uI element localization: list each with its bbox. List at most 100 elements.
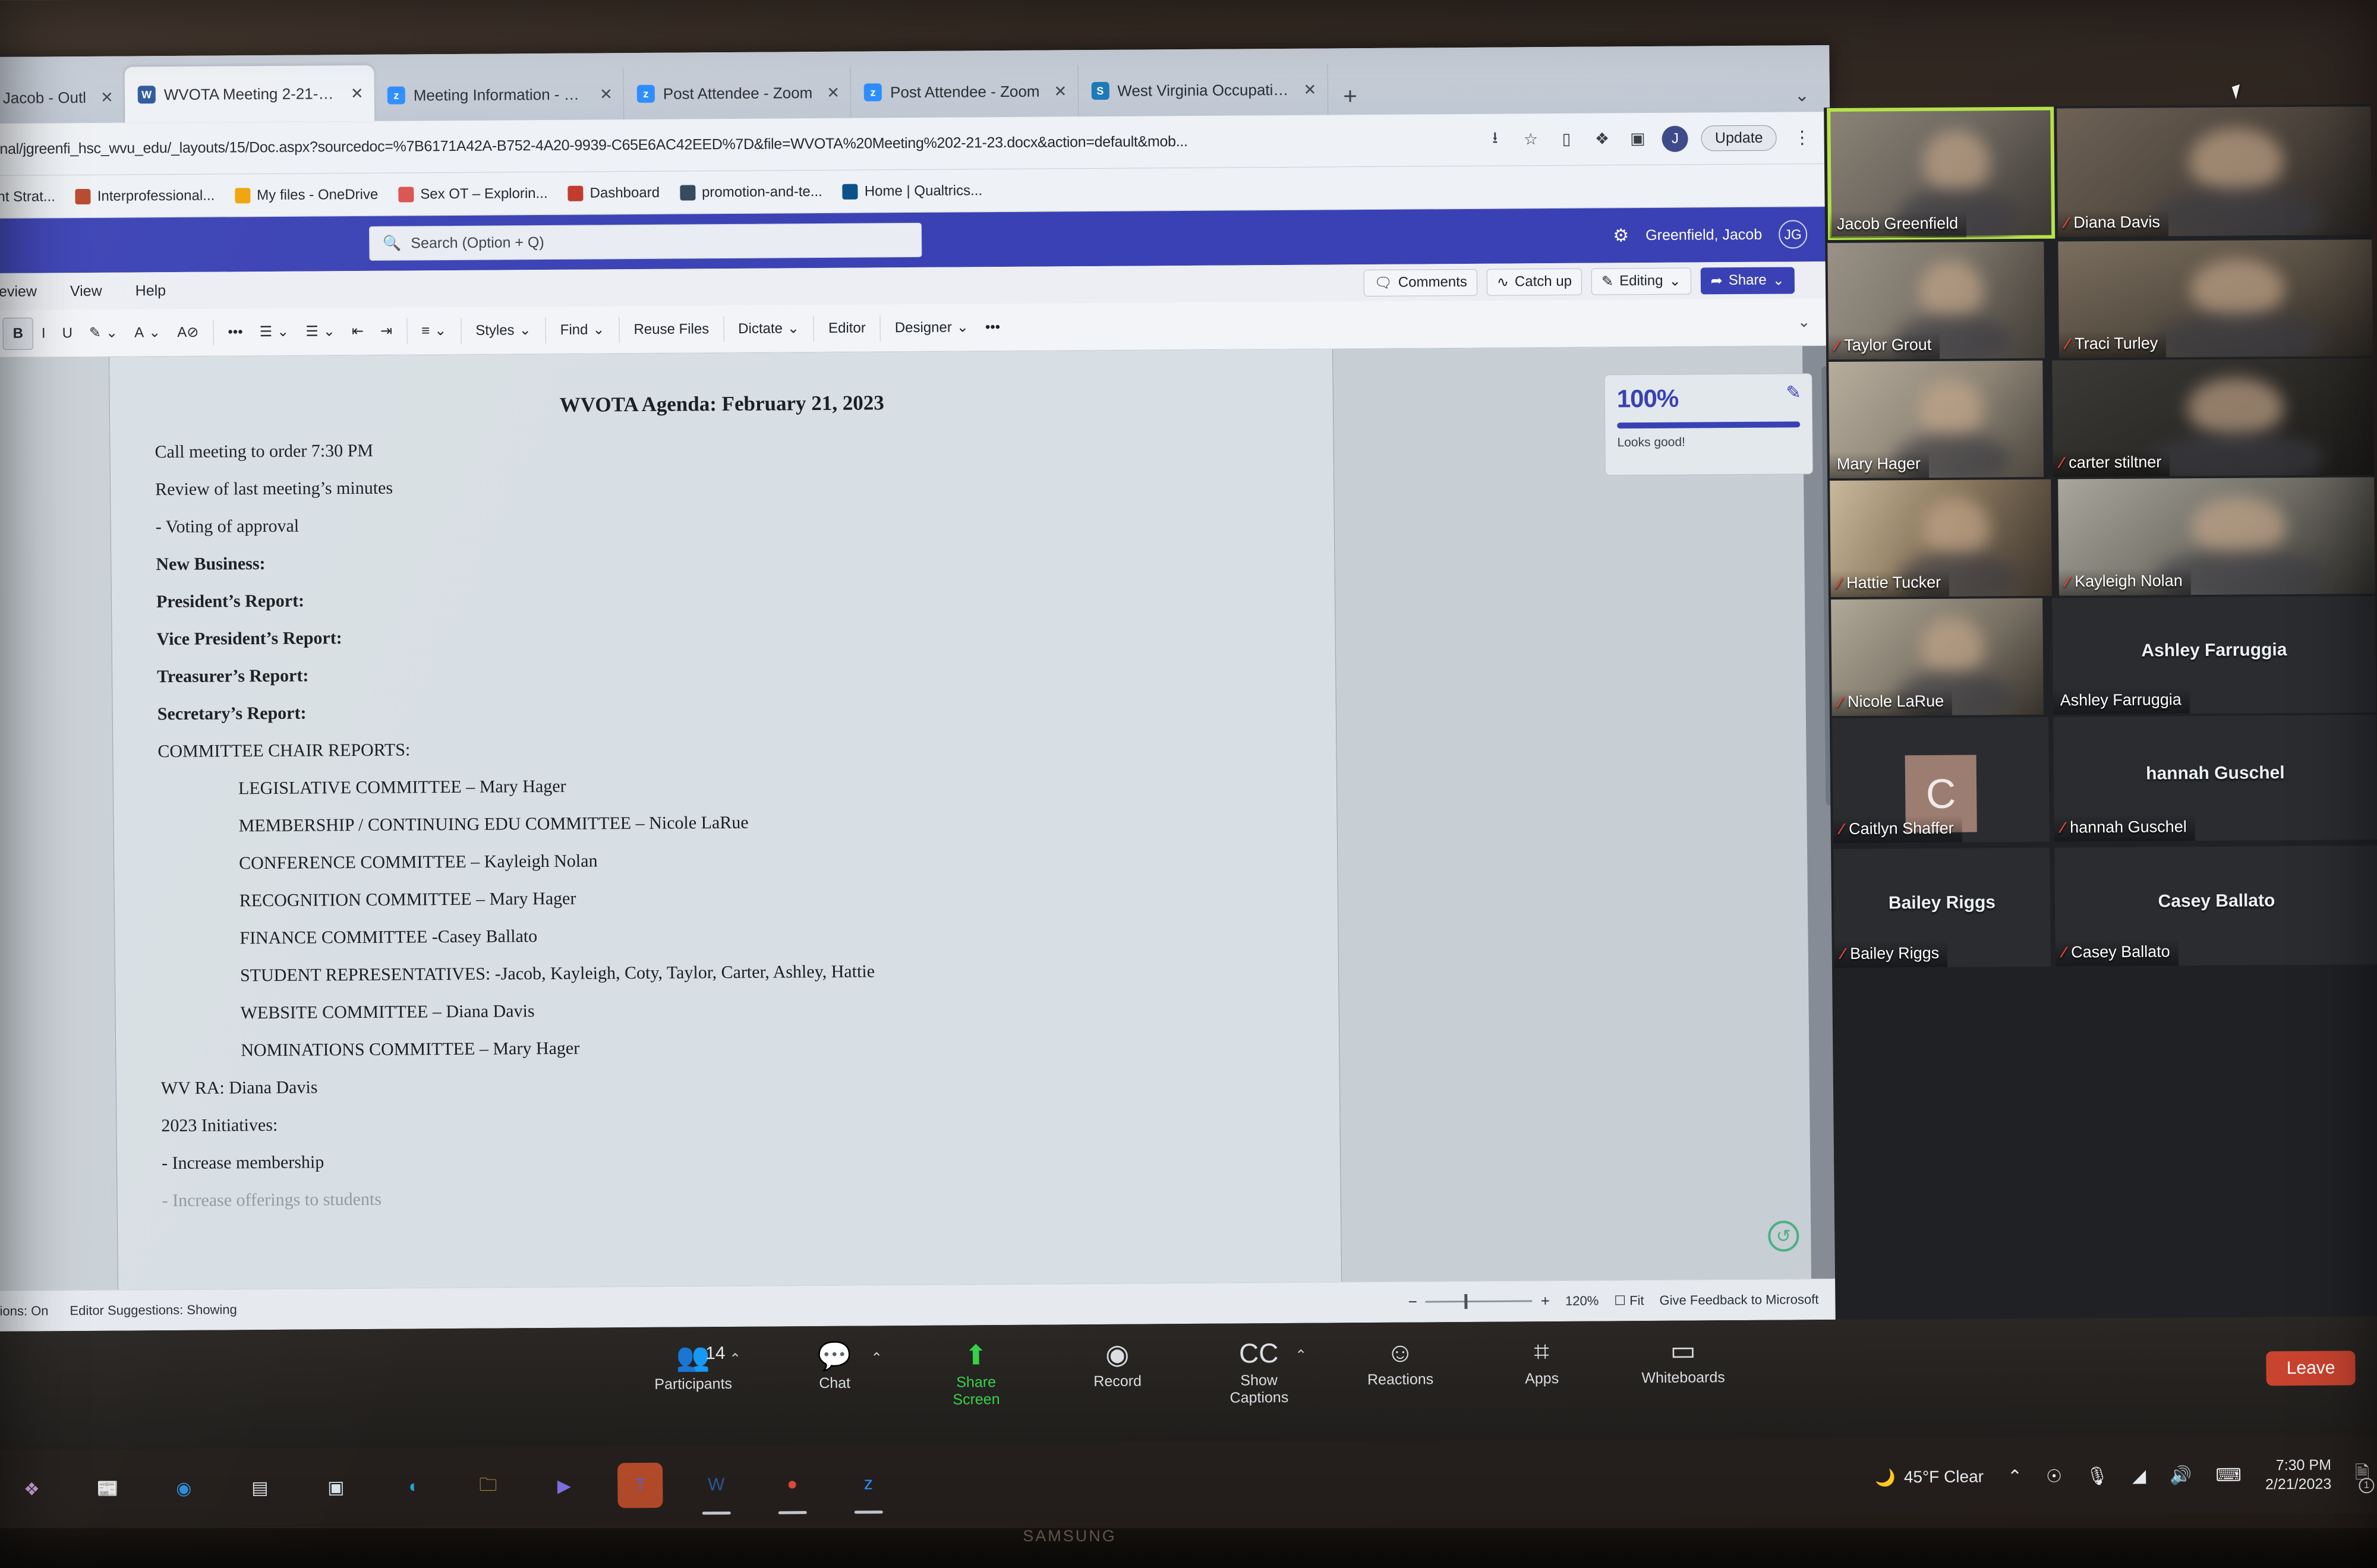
onedrive-icon[interactable]: ☉ [2046,1466,2062,1487]
close-icon[interactable]: ✕ [100,88,114,106]
zoom-slider[interactable]: − + [1408,1292,1550,1311]
editing-mode-button[interactable]: ✎ Editing ⌄ [1591,267,1691,295]
leave-button[interactable]: Leave [2266,1351,2356,1386]
close-icon[interactable]: ✕ [351,84,364,102]
bookmark-item[interactable]: Sex OT – Explorin... [398,185,548,203]
browser-tab[interactable]: W WVOTA Meeting 2-21-23.docx ✕ [124,65,375,123]
ribbon-font-color-button[interactable]: A ⌄ [126,317,169,349]
ribbon-bullets-button[interactable]: ☰ ⌄ [251,316,297,348]
task-view-icon[interactable]: ▤ [237,1465,283,1510]
ribbon-underline-button[interactable]: U [53,317,81,349]
bookmark-item[interactable]: Dashboard [568,184,660,201]
zoom-track[interactable] [1425,1293,1533,1310]
address-bar[interactable]: rsonal/jgreenfi_hsc_wvu_edu/_layouts/15/… [0,131,1471,158]
participant-tile[interactable]: Jacob Greenfield [1827,106,2056,241]
chevron-up-icon[interactable]: ⌃ [729,1351,741,1368]
ribbon-highlight-button[interactable]: ✎ ⌄ [81,317,127,349]
ribbon-ribbon-overflow-button[interactable]: ••• [977,311,1009,343]
weather-widget[interactable]: 🌙 45°F Clear [1875,1467,1984,1487]
ribbon-bold-button[interactable]: B [2,317,34,350]
update-button[interactable]: Update [1701,125,1777,152]
ribbon-reuse-files-button[interactable]: Reuse Files [625,313,717,346]
zoom-whiteboard-button[interactable]: ▭ Whiteboards [1638,1333,1728,1387]
ribbon-decrease-indent-button[interactable]: ⇤ [343,315,373,347]
microphone-icon[interactable]: 🎙 [2086,1466,2108,1487]
participant-tile[interactable]: C ∕ Caitlyn Shaffer [1831,717,2050,843]
close-icon[interactable]: ✕ [600,85,613,103]
browser-tab[interactable]: z Post Attendee - Zoom ✕ [623,67,852,120]
ribbon-styles-button[interactable]: Styles ⌄ [467,314,540,347]
browser-menu-button[interactable]: ⋮ [1789,127,1814,148]
new-tab-button[interactable]: + [1328,83,1373,115]
zoom-share-screen-button[interactable]: ⬆ Share Screen [931,1338,1021,1409]
ribbon-italic-button[interactable]: I [33,317,54,349]
participant-tile[interactable]: ∕ Kayleigh Nolan [2058,477,2376,596]
browser-tab[interactable]: z Post Attendee - Zoom ✕ [850,65,1079,118]
ribbon-editor-button[interactable]: Editor [820,312,874,345]
extensions-icon[interactable]: ❖ [1591,128,1613,150]
widgets-icon[interactable]: ❖ [9,1466,55,1512]
give-feedback-link[interactable]: Give Feedback to Microsoft [1659,1292,1818,1308]
close-icon[interactable]: ✕ [1054,82,1067,100]
document-body[interactable]: WVOTA Agenda: February 21, 2023 Call mee… [109,349,1342,1289]
tab-view[interactable]: View [69,280,103,302]
volume-icon[interactable]: 🔊 [2170,1465,2192,1486]
bookmark-star-icon[interactable]: ☆ [1519,128,1542,151]
ribbon-increase-indent-button[interactable]: ⇥ [372,315,401,347]
chrome-icon[interactable]: ● [770,1462,815,1515]
browser-tab[interactable]: S West Virginia Occupational Th ✕ [1077,64,1328,117]
zoom-thumb[interactable] [1464,1293,1468,1310]
tab-help[interactable]: Help [134,280,168,302]
participant-tile[interactable]: Bailey Riggs ∕ Bailey Riggs [1833,847,2051,968]
participant-tile[interactable]: Ashley Farruggia Ashley Farruggia [2052,596,2376,715]
participant-tile[interactable]: ∕ Traci Turley [2058,239,2373,358]
document-page[interactable]: WVOTA Agenda: February 21, 2023 Call mee… [109,349,1342,1290]
tab-review[interactable]: Review [0,280,38,303]
comments-button[interactable]: 🗨 Comments [1364,269,1478,296]
fit-button[interactable]: ☐ Fit [1614,1293,1644,1308]
bookmark-item[interactable]: promotion-and-te... [679,183,822,201]
keyboard-icon[interactable]: ⌨ [2215,1465,2242,1485]
ribbon-alignment-button[interactable]: ≡ ⌄ [413,314,455,346]
participant-tile[interactable]: Casey Ballato ∕ Casey Ballato [2054,845,2377,967]
zoom-participants-button[interactable]: 👥 14 ⌃ Participants [648,1340,741,1393]
wifi-icon[interactable]: ◢ [2132,1465,2146,1486]
chevron-up-icon[interactable]: ⌃ [1295,1347,1307,1364]
catch-up-button[interactable]: ∿ Catch up [1486,268,1582,296]
edge-icon[interactable]: ◖ [389,1464,435,1509]
browser-tab[interactable]: z Meeting Information - Zoom ✕ [374,68,625,121]
zoom-out-button[interactable]: − [1408,1293,1417,1311]
zoom-in-button[interactable]: + [1541,1292,1550,1310]
gear-icon[interactable]: ⚙ [1613,225,1629,246]
editor-score-card[interactable]: ✎ 100% Looks good! [1604,373,1814,476]
ribbon-numbering-button[interactable]: ☰ ⌄ [297,316,343,348]
ribbon-designer-button[interactable]: Designer ⌄ [886,311,977,344]
ribbon-dictate-button[interactable]: Dictate ⌄ [730,313,808,345]
news-icon[interactable]: 📰 [85,1466,131,1512]
ribbon-find-button[interactable]: Find ⌄ [551,314,613,346]
participant-tile[interactable]: ∕ carter stiltner [2052,358,2375,477]
bookmark-item[interactable]: My files - OneDrive [235,186,378,204]
zoom-chat-button[interactable]: 💬 ⌃ Chat [790,1339,882,1392]
bookmark-item[interactable]: Interprofessional... [75,187,215,205]
media-player-icon[interactable]: ▶ [541,1463,587,1509]
share-icon[interactable]: ⭳ [1484,128,1506,151]
zoom-captions-button[interactable]: CC ⌃ Show Captions [1214,1336,1307,1407]
zoom-apps-button[interactable]: ⌗ Apps [1497,1334,1587,1388]
close-icon[interactable]: ✕ [827,83,840,102]
close-icon[interactable]: ✕ [1303,80,1316,99]
participant-tile[interactable]: ∕ Hattie Tucker [1830,479,2053,598]
word-icon[interactable]: W [693,1462,739,1515]
sidebar-icon[interactable]: ▣ [1626,127,1649,150]
profile-avatar[interactable]: J [1662,125,1689,152]
teams-icon[interactable]: T [617,1462,663,1509]
bookmark-item[interactable]: Home | Qualtrics... [842,182,983,200]
clock[interactable]: 7:30 PM 2/21/2023 [2265,1456,2332,1494]
participant-tile[interactable]: hannah Guschel ∕ hannah Guschel [2053,715,2377,842]
participant-tile[interactable]: Mary Hager [1829,360,2044,479]
file-explorer-icon[interactable]: 🗀 [465,1463,511,1509]
zoom-icon[interactable]: z [846,1461,891,1514]
ribbon-more-formatting-button[interactable]: ••• [219,316,251,348]
tab-search-chevron-down-icon[interactable]: ⌄ [1795,85,1809,106]
chevron-up-icon[interactable]: ⌃ [871,1349,882,1367]
